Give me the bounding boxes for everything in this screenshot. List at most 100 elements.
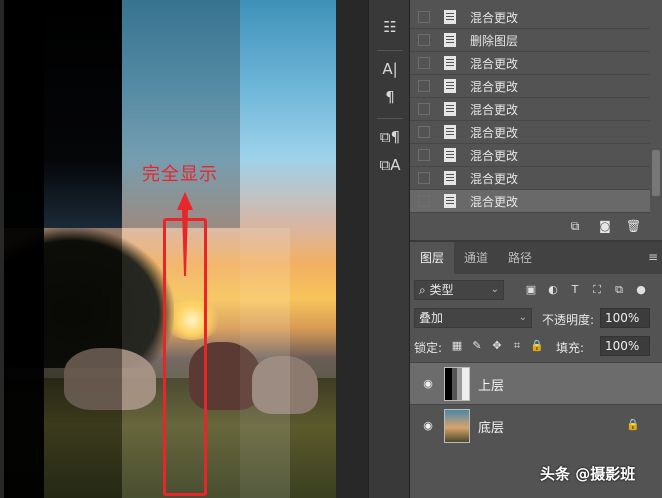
overlay-strip-black [4, 0, 44, 498]
history-item[interactable]: 混合更改 [410, 167, 650, 190]
overlay-strip-lighter [240, 228, 290, 498]
photoshop-window: 完全显示 ☷ A| ¶ ⧉¶ ⧉A 混合更改 删除图层 混合更改 混合更改 混合… [0, 0, 662, 498]
layer-filter-row: ⌕ 类型 ⌄ ▣ ◐ T ⛶ ⧉ ● [414, 280, 662, 302]
history-item-label: 混合更改 [470, 148, 519, 163]
paragraph-panel-icon[interactable]: ¶ [369, 84, 411, 110]
layers-panel: 图层 通道 路径 ≡ ⌕ 类型 ⌄ ▣ ◐ T ⛶ ⧉ ● 叠加 ⌄ 不透明度:… [410, 240, 662, 498]
history-item-label: 混合更改 [470, 125, 519, 140]
history-item-label: 混合更改 [470, 171, 519, 186]
filter-smart-object-icon[interactable]: ⧉ [612, 283, 626, 297]
layer-thumbnail [444, 409, 470, 443]
new-document-icon[interactable]: ⧉ [568, 219, 582, 233]
layer-thumbnail [444, 367, 470, 401]
lock-icon: 🔒 [626, 418, 640, 431]
lock-transparent-icon[interactable]: ▦ [450, 339, 464, 353]
overlay-strip-dark [44, 228, 122, 498]
toolbar-divider [377, 118, 403, 119]
history-item[interactable]: 混合更改 [410, 98, 650, 121]
document-icon [444, 148, 456, 162]
history-snapshot-checkbox[interactable] [418, 80, 430, 92]
history-item-label: 混合更改 [470, 102, 519, 117]
history-snapshot-checkbox[interactable] [418, 103, 430, 115]
character-panel-icon[interactable]: A| [369, 56, 411, 82]
document-icon [444, 56, 456, 70]
layer-row-upper[interactable]: ◉ 上层 [410, 362, 662, 404]
annotation-highlight-box [163, 218, 207, 496]
opacity-input[interactable]: 100% [600, 308, 650, 328]
history-item-label: 混合更改 [470, 10, 519, 25]
lock-all-icon[interactable]: 🔒 [530, 339, 544, 353]
filter-toggle-icon[interactable]: ● [634, 283, 648, 297]
camera-icon[interactable]: ◙ [598, 219, 612, 233]
history-item-label: 删除图层 [470, 33, 519, 48]
history-item[interactable]: 混合更改 [410, 6, 650, 29]
history-scrollbar[interactable] [652, 150, 660, 196]
opacity-label: 不透明度: [542, 313, 595, 327]
lock-move-icon[interactable]: ✥ [490, 339, 504, 353]
layers-panel-tabs: 图层 通道 路径 ≡ [410, 242, 662, 274]
history-item[interactable]: 删除图层 [410, 29, 650, 52]
document-icon [444, 125, 456, 139]
eye-icon[interactable]: ◉ [420, 376, 436, 392]
fill-input[interactable]: 100% [600, 336, 650, 356]
history-item[interactable]: 混合更改 [410, 75, 650, 98]
tab-channels[interactable]: 通道 [454, 242, 498, 274]
document-icon [444, 171, 456, 185]
history-item-selected[interactable]: 混合更改 [410, 190, 650, 213]
lock-row: 锁定: ▦ ✎ ✥ ⌗ 🔒 填充: 100% [414, 336, 662, 358]
document-icon [444, 79, 456, 93]
document-icon [444, 102, 456, 116]
blend-mode-select[interactable]: 叠加 ⌄ [414, 308, 532, 328]
filter-adjustment-icon[interactable]: ◐ [546, 283, 560, 297]
history-item-label: 混合更改 [470, 79, 519, 94]
document-icon [444, 10, 456, 24]
history-item-label: 混合更改 [470, 194, 519, 209]
history-snapshot-checkbox[interactable] [418, 149, 430, 161]
history-item[interactable]: 混合更改 [410, 144, 650, 167]
fill-label: 填充: [556, 341, 585, 355]
layer-name: 上层 [478, 379, 505, 394]
layer-row-bottom[interactable]: ◉ 底层 🔒 [410, 404, 662, 446]
eye-icon[interactable]: ◉ [420, 418, 436, 434]
layer-filter-kind-value: 类型 [429, 283, 454, 297]
paragraph-styles-icon[interactable]: ⧉¶ [369, 124, 411, 150]
history-footer: ⧉ ◙ 🗑 [410, 214, 662, 238]
watermark: 头条 @摄影班 [540, 465, 636, 483]
panel-menu-icon[interactable]: ≡ [648, 250, 658, 264]
side-toolbar: ☷ A| ¶ ⧉¶ ⧉A [368, 0, 410, 498]
chevron-down-icon: ⌄ [518, 312, 527, 323]
history-item[interactable]: 混合更改 [410, 52, 650, 75]
layer-filter-kind-select[interactable]: ⌕ 类型 ⌄ [414, 280, 504, 300]
blend-row: 叠加 ⌄ 不透明度: 100% [414, 308, 662, 330]
history-item[interactable]: 混合更改 [410, 121, 650, 144]
filter-type-icon[interactable]: T [568, 283, 582, 297]
chevron-down-icon: ⌄ [490, 284, 499, 295]
lock-brush-icon[interactable]: ✎ [470, 339, 484, 353]
tab-layers[interactable]: 图层 [410, 242, 455, 274]
search-icon: ⌕ [419, 283, 430, 297]
layer-name: 底层 [478, 421, 505, 436]
lock-artboard-icon[interactable]: ⌗ [510, 339, 524, 353]
document-icon [444, 33, 456, 47]
history-panel: 混合更改 删除图层 混合更改 混合更改 混合更改 混合更改 混合更改 混合更改 … [410, 0, 662, 214]
annotation-label: 完全显示 [142, 164, 218, 185]
right-panel-dock: 混合更改 删除图层 混合更改 混合更改 混合更改 混合更改 混合更改 混合更改 … [410, 0, 662, 498]
history-snapshot-checkbox[interactable] [418, 172, 430, 184]
history-snapshot-checkbox[interactable] [418, 34, 430, 46]
history-snapshot-checkbox[interactable] [418, 126, 430, 138]
lock-label: 锁定: [414, 341, 443, 355]
filter-pixel-icon[interactable]: ▣ [524, 283, 538, 297]
history-snapshot-checkbox[interactable] [418, 57, 430, 69]
clone-source-icon[interactable]: ☷ [369, 14, 411, 40]
toolbar-divider [377, 50, 403, 51]
blend-mode-value: 叠加 [419, 311, 444, 325]
history-snapshot-checkbox[interactable] [418, 195, 430, 207]
tab-paths[interactable]: 路径 [498, 242, 542, 274]
filter-shape-icon[interactable]: ⛶ [590, 283, 604, 297]
document-icon [444, 194, 456, 208]
character-styles-icon[interactable]: ⧉A [369, 152, 411, 178]
trash-icon[interactable]: 🗑 [626, 219, 641, 233]
history-snapshot-checkbox[interactable] [418, 11, 430, 23]
history-item-label: 混合更改 [470, 56, 519, 71]
document-canvas-area[interactable]: 完全显示 [0, 0, 368, 498]
